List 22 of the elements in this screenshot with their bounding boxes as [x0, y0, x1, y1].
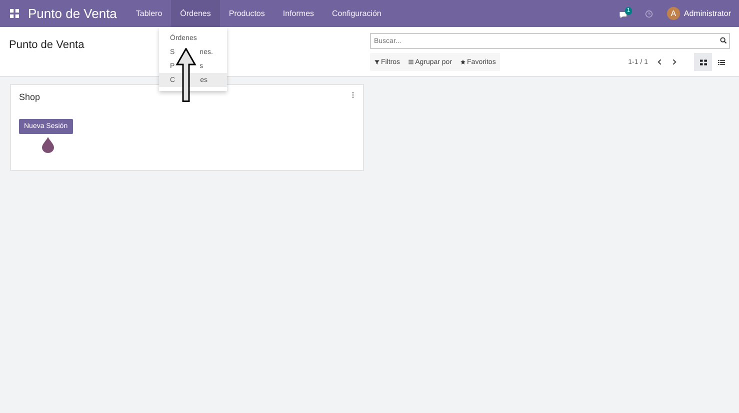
apps-grid-icon[interactable] [10, 9, 19, 18]
menu-item[interactable]: Órdenes [171, 0, 220, 27]
star-icon [460, 59, 466, 65]
card-title: Shop [19, 92, 40, 102]
menu-item[interactable]: Informes [274, 0, 324, 27]
breadcrumb: Punto de Venta [9, 39, 84, 51]
kanban-view-button[interactable] [694, 53, 712, 71]
menu-item[interactable]: Tablero [126, 0, 172, 27]
clock-icon[interactable] [644, 10, 653, 18]
user-name[interactable]: Administrator [684, 9, 731, 18]
menu-item[interactable]: Configuración [323, 0, 390, 27]
drop-icon [42, 137, 54, 153]
filter-icon [374, 59, 380, 65]
next-icon[interactable] [670, 58, 678, 66]
group-icon [408, 59, 414, 65]
previous-icon[interactable] [656, 58, 664, 66]
app-title[interactable]: Punto de Venta [28, 6, 117, 21]
search-icon[interactable] [720, 37, 727, 44]
menu-item[interactable]: Productos [220, 0, 274, 27]
chat-icon[interactable] [618, 10, 628, 18]
list-icon [718, 58, 724, 66]
grid-icon [700, 58, 706, 66]
